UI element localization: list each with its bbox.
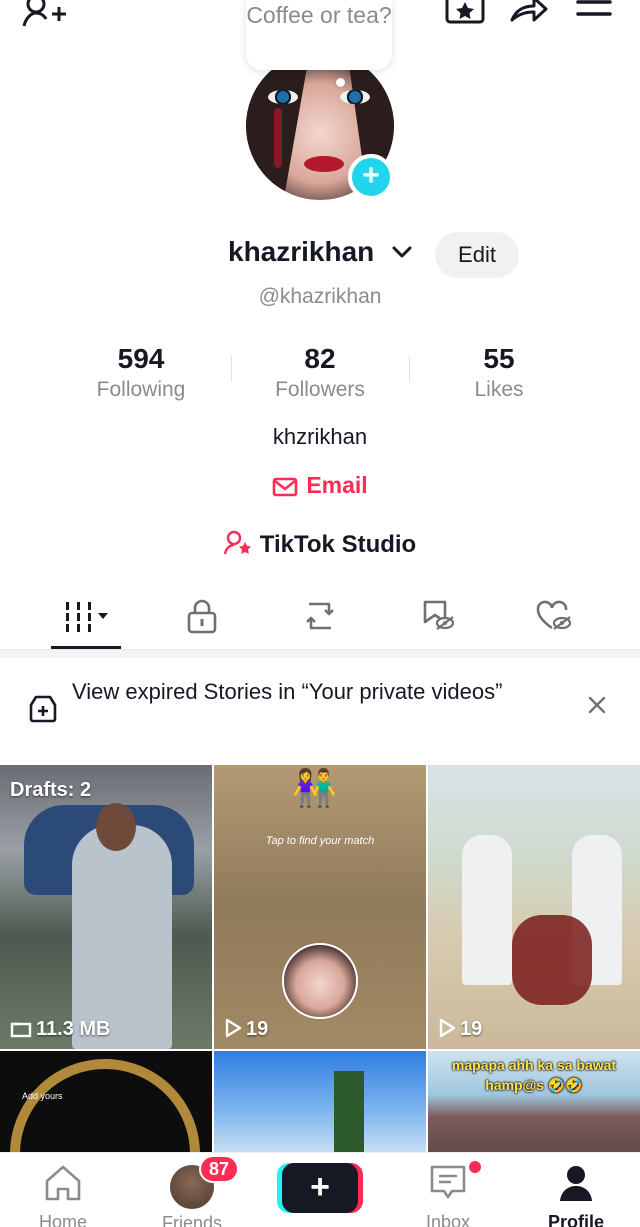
- email-link[interactable]: Email: [0, 472, 640, 499]
- overlay-text: Tap to find your match: [265, 835, 375, 847]
- repost-icon: [306, 602, 334, 630]
- thumbnail-image: [10, 1059, 200, 1161]
- video-tile[interactable]: [214, 1051, 426, 1161]
- nav-home[interactable]: Home: [8, 1163, 118, 1227]
- studio-icon: [223, 530, 251, 555]
- plus-icon: +: [310, 1167, 330, 1206]
- add-friend-icon[interactable]: [22, 0, 66, 30]
- share-icon[interactable]: [508, 0, 550, 24]
- studio-label: TikTok Studio: [259, 531, 417, 558]
- nav-label: Profile: [547, 1212, 604, 1227]
- add-story-button[interactable]: +: [348, 154, 394, 200]
- active-tab-indicator: [51, 646, 121, 649]
- tab-private[interactable]: [172, 594, 232, 638]
- close-icon[interactable]: [586, 694, 608, 721]
- tab-saved[interactable]: [408, 594, 468, 638]
- profile-avatar[interactable]: +: [246, 52, 394, 200]
- note-text: Coffee or tea?: [246, 2, 392, 28]
- view-count: 19: [438, 1018, 482, 1041]
- video-tile[interactable]: mapapa ahh ka sa bawat hamp@s 🤣🤣: [428, 1051, 640, 1161]
- folder-icon: [10, 1022, 32, 1038]
- play-icon: [225, 1018, 242, 1038]
- nav-inbox[interactable]: Inbox: [393, 1161, 503, 1227]
- section-separator: [0, 650, 640, 658]
- lock-icon: [187, 599, 217, 634]
- nav-label: Home: [38, 1212, 87, 1227]
- stat-label: Following: [96, 378, 186, 401]
- drafts-label: Drafts: 2: [10, 779, 92, 801]
- nav-friends[interactable]: 87 Friends: [137, 1155, 247, 1227]
- stat-label: Followers: [275, 378, 365, 401]
- heart-hidden-icon: [536, 600, 572, 630]
- edit-profile-button[interactable]: Edit: [435, 232, 519, 278]
- profile-icon: [560, 1166, 592, 1201]
- video-tile[interactable]: 👫 Tap to find your match 19: [214, 765, 426, 1049]
- video-tile[interactable]: Add yours: [0, 1051, 212, 1161]
- chevron-down-icon[interactable]: [390, 240, 414, 269]
- expired-stories-banner[interactable]: View expired Stories in “Your private vi…: [0, 668, 640, 752]
- notification-badge: 87: [199, 1155, 239, 1183]
- tab-reposts[interactable]: [290, 594, 350, 638]
- note-bubble[interactable]: Coffee or tea?: [246, 0, 392, 70]
- inbox-icon: [430, 1165, 466, 1199]
- unread-dot: [469, 1161, 481, 1173]
- username[interactable]: khazrikhan: [228, 236, 374, 268]
- mail-icon: [273, 477, 298, 497]
- user-handle: @khazrikhan: [258, 285, 382, 308]
- menu-icon[interactable]: [574, 0, 614, 24]
- name-row: khazrikhan Edit: [0, 232, 640, 278]
- bio-text: khzrikhan: [272, 424, 368, 449]
- stat-followers[interactable]: 82 Followers: [230, 342, 410, 404]
- thumbnail-image: [334, 1071, 364, 1161]
- thumbnail-image: [452, 805, 622, 1005]
- plus-icon: +: [362, 158, 380, 192]
- stat-label: Likes: [474, 378, 524, 401]
- drafts-size: 11.3 MB: [10, 1018, 110, 1041]
- tab-liked[interactable]: [524, 594, 584, 638]
- stat-value: 594: [117, 343, 165, 374]
- stat-likes[interactable]: 55 Likes: [409, 342, 589, 404]
- bookmark-hidden-icon: [423, 600, 455, 630]
- video-tile[interactable]: 19: [428, 765, 640, 1049]
- bottom-nav: Home 87 Friends + Inbox Profile: [0, 1152, 640, 1227]
- overlay-text: Add yours: [22, 1091, 63, 1101]
- drafts-tile[interactable]: Drafts: 2 11.3 MB: [0, 765, 212, 1049]
- play-icon: [439, 1018, 456, 1038]
- tiktok-studio-link[interactable]: TikTok Studio: [0, 530, 640, 559]
- content-tabs: [0, 588, 640, 650]
- home-icon: [45, 1165, 81, 1201]
- banner-text: View expired Stories in “Your private vi…: [72, 679, 503, 704]
- note-tail: [336, 78, 345, 87]
- stat-value: 55: [483, 343, 515, 374]
- story-icon: [28, 694, 58, 729]
- email-label: Email: [306, 472, 368, 498]
- overlay-text: mapapa ahh ka sa bawat hamp@s 🤣🤣: [451, 1057, 617, 1093]
- thumbnail-image: [282, 943, 358, 1019]
- tab-videos[interactable]: [58, 594, 118, 638]
- profile-stats: 594 Following 82 Followers 55 Likes: [0, 342, 640, 406]
- couple-emoji: 👫: [292, 767, 337, 808]
- stat-following[interactable]: 594 Following: [51, 342, 231, 404]
- create-button[interactable]: +: [282, 1163, 358, 1213]
- view-count: 19: [224, 1018, 268, 1041]
- stat-value: 82: [304, 343, 336, 374]
- nav-profile[interactable]: Profile: [521, 1163, 631, 1227]
- grid-icon: [66, 602, 108, 632]
- star-box-icon[interactable]: [444, 0, 486, 24]
- nav-label: Inbox: [425, 1212, 471, 1227]
- nav-label: Friends: [161, 1213, 223, 1227]
